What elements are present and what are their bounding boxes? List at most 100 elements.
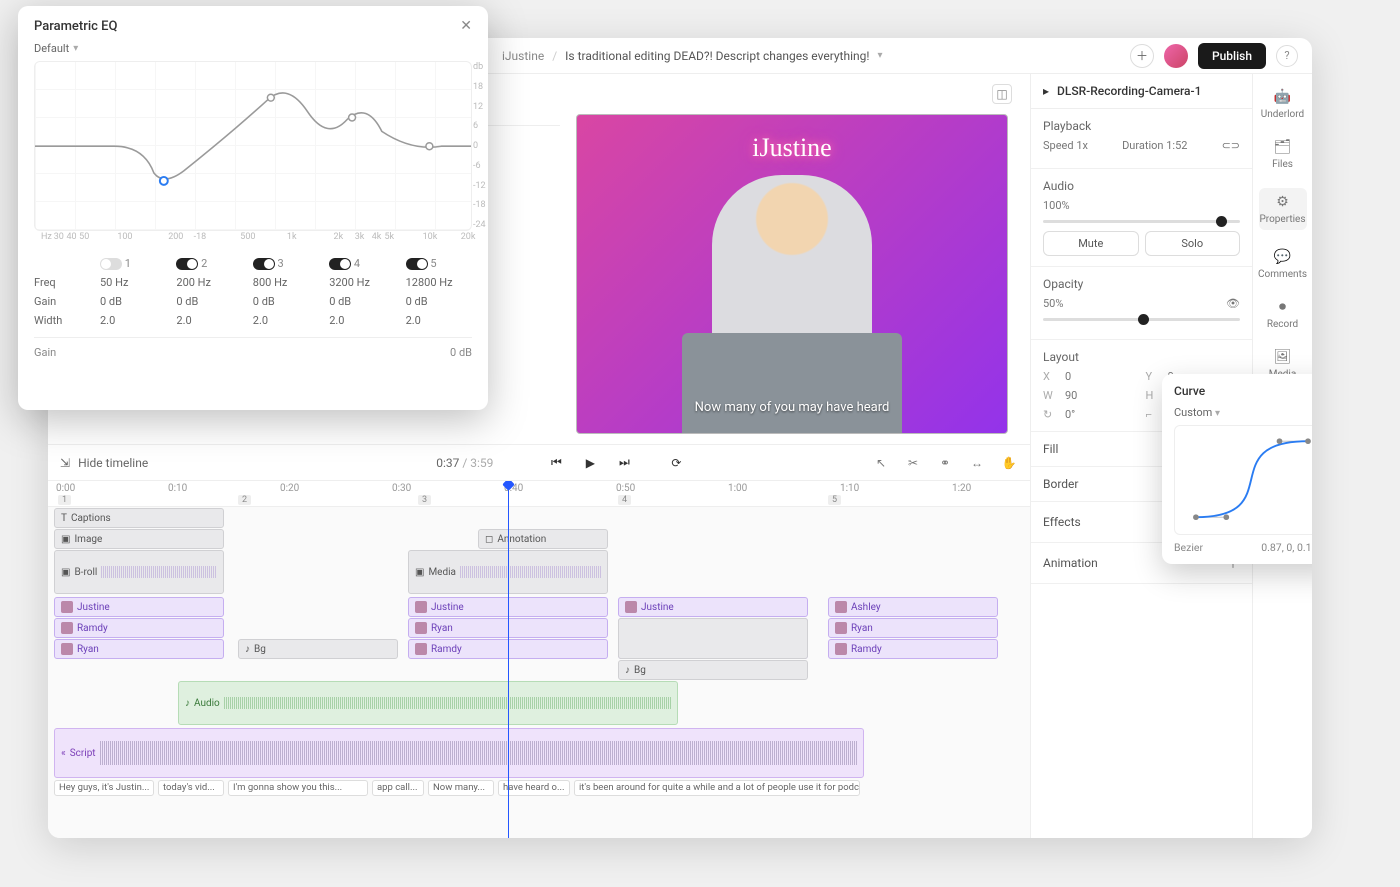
speaker-clip[interactable]: Ramdy	[828, 639, 998, 659]
link-tool[interactable]: ⚭	[936, 454, 954, 472]
band-toggle-5[interactable]: 5	[406, 257, 472, 270]
unlink-icon[interactable]: ⊂⊃	[1222, 139, 1240, 152]
hand-tool[interactable]: ✋	[1000, 454, 1018, 472]
prev-button[interactable]: ⏮	[547, 454, 565, 472]
play-button[interactable]: ▶	[581, 454, 599, 472]
band-gain[interactable]: 0 dB	[176, 295, 242, 308]
playhead[interactable]	[508, 481, 509, 838]
bg-clip[interactable]: ♪ Bg	[238, 639, 398, 659]
curve-canvas[interactable]	[1174, 425, 1312, 535]
caption-seg[interactable]: it's been around for quite a while and a…	[574, 780, 860, 796]
layout-rot[interactable]: 0°	[1065, 408, 1138, 421]
pointer-tool[interactable]: ↖	[872, 454, 890, 472]
eye-icon[interactable]: 👁	[1226, 297, 1240, 310]
scene-marker[interactable]: 1	[58, 495, 71, 505]
band-width[interactable]: 2.0	[176, 314, 242, 327]
track-speaker-a: Justine Justine Justine Ashley	[48, 597, 1030, 617]
layout-x[interactable]: 0	[1065, 370, 1138, 383]
speaker-clip[interactable]: Ryan	[828, 618, 998, 638]
help-button[interactable]: ?	[1276, 45, 1298, 67]
annotation-clip[interactable]: ◻ Annotation	[478, 529, 608, 549]
band-gain[interactable]: 0 dB	[329, 295, 395, 308]
breadcrumb-parent[interactable]: iJustine	[502, 49, 544, 63]
publish-button[interactable]: Publish	[1198, 43, 1266, 69]
scene-marker[interactable]: 4	[618, 495, 631, 505]
hide-timeline-button[interactable]: ⇲ Hide timeline	[60, 456, 148, 470]
stretch-tool[interactable]: ↔	[968, 454, 986, 472]
band-toggle-1[interactable]: 1	[100, 257, 166, 270]
breadcrumb-title[interactable]: Is traditional editing DEAD?! Descript c…	[565, 49, 869, 63]
clip-label: B-roll	[74, 567, 97, 578]
loop-button[interactable]: ⟳	[667, 454, 685, 472]
duration-value[interactable]: 1:52	[1166, 139, 1187, 152]
speaker-clip[interactable]: Justine	[618, 597, 808, 617]
eq-panel[interactable]: Parametric EQ✕ Default ▾ db181260-6-12-1…	[18, 6, 488, 410]
band-toggle-4[interactable]: 4	[329, 257, 395, 270]
band-freq[interactable]: 12800 Hz	[406, 276, 472, 289]
band-freq[interactable]: 800 Hz	[253, 276, 319, 289]
band-toggle-2[interactable]: 2	[176, 257, 242, 270]
script-clip[interactable]: « Script	[54, 728, 864, 778]
speaker-clip[interactable]: Ryan	[54, 639, 224, 659]
solo-button[interactable]: Solo	[1145, 231, 1241, 256]
speaker-clip[interactable]: Ramdy	[54, 618, 224, 638]
band-width[interactable]: 2.0	[253, 314, 319, 327]
speed-value[interactable]: 1x	[1076, 139, 1088, 152]
fit-icon[interactable]: ◫	[992, 84, 1012, 104]
scene-marker[interactable]: 3	[418, 495, 431, 505]
bg-clip[interactable]	[618, 618, 808, 659]
band-gain[interactable]: 0 dB	[100, 295, 166, 308]
video-frame[interactable]: iJustine Now many of you may have heard	[576, 114, 1008, 434]
scene-marker[interactable]: 5	[828, 495, 841, 505]
band-toggle-3[interactable]: 3	[253, 257, 319, 270]
caption-seg[interactable]: Now many...	[428, 780, 494, 796]
chevron-down-icon[interactable]: ▾	[877, 50, 882, 61]
caption-seg[interactable]: app call...	[372, 780, 424, 796]
rail-properties[interactable]: ⚙Properties	[1259, 188, 1307, 230]
add-button[interactable]: ＋	[1130, 44, 1154, 68]
image-clip[interactable]: ▣ Image	[54, 529, 224, 549]
band-width[interactable]: 2.0	[406, 314, 472, 327]
bg-clip[interactable]: ♪ Bg	[618, 660, 808, 680]
caption-seg[interactable]: today's vid...	[158, 780, 224, 796]
eq-preset[interactable]: Default ▾	[34, 42, 472, 55]
curve-preset[interactable]: Custom ▾	[1174, 406, 1312, 419]
timeline[interactable]: 0:00 0:10 0:20 0:30 0:40 0:50 1:00 1:10 …	[48, 480, 1030, 838]
rail-underlord[interactable]: 🤖Underlord	[1259, 88, 1307, 120]
band-width[interactable]: 2.0	[100, 314, 166, 327]
blade-tool[interactable]: ✂	[904, 454, 922, 472]
ruler-mark: 0:10	[168, 483, 187, 494]
master-gain-value[interactable]: 0 dB	[450, 346, 472, 359]
caption-seg[interactable]: I'm gonna show you this...	[228, 780, 368, 796]
rail-record[interactable]: ⏺Record	[1259, 298, 1307, 330]
mute-button[interactable]: Mute	[1043, 231, 1139, 256]
band-freq[interactable]: 3200 Hz	[329, 276, 395, 289]
band-gain[interactable]: 0 dB	[253, 295, 319, 308]
avatar[interactable]	[1164, 44, 1188, 68]
eq-master-gain[interactable]: Gain 0 dB	[34, 337, 472, 359]
broll-clip[interactable]: ▣ B-roll	[54, 550, 224, 594]
eq-graph[interactable]: db181260-6-12-18-24 Hz304050100200-18500…	[34, 61, 472, 231]
rail-comments[interactable]: 💬Comments	[1259, 248, 1307, 280]
band-freq[interactable]: 200 Hz	[176, 276, 242, 289]
audio-clip[interactable]: ♪ Audio	[178, 681, 678, 725]
band-width[interactable]: 2.0	[329, 314, 395, 327]
opacity-slider[interactable]	[1043, 318, 1240, 321]
audio-slider[interactable]	[1043, 220, 1240, 223]
opacity-value[interactable]: 50%	[1043, 297, 1063, 310]
band-gain[interactable]: 0 dB	[406, 295, 472, 308]
speaker-clip[interactable]: Justine	[54, 597, 224, 617]
source-name[interactable]: DLSR-Recording-Camera-1	[1057, 84, 1201, 98]
captions-clip[interactable]: T Captions	[54, 508, 224, 528]
rail-files[interactable]: 🗂Files	[1259, 138, 1307, 170]
layout-w[interactable]: 90	[1065, 389, 1138, 402]
scene-marker[interactable]: 2	[238, 495, 251, 505]
speaker-clip[interactable]: Ashley	[828, 597, 998, 617]
ruler[interactable]: 0:00 0:10 0:20 0:30 0:40 0:50 1:00 1:10 …	[48, 481, 1030, 507]
close-icon[interactable]: ✕	[460, 18, 472, 34]
next-button[interactable]: ⏭	[615, 454, 633, 472]
caption-seg[interactable]: Hey guys, it's Justin...	[54, 780, 154, 796]
band-freq[interactable]: 50 Hz	[100, 276, 166, 289]
audio-value[interactable]: 100%	[1043, 199, 1070, 212]
curve-values[interactable]: 0.87, 0, 0.13, 1	[1261, 541, 1312, 554]
